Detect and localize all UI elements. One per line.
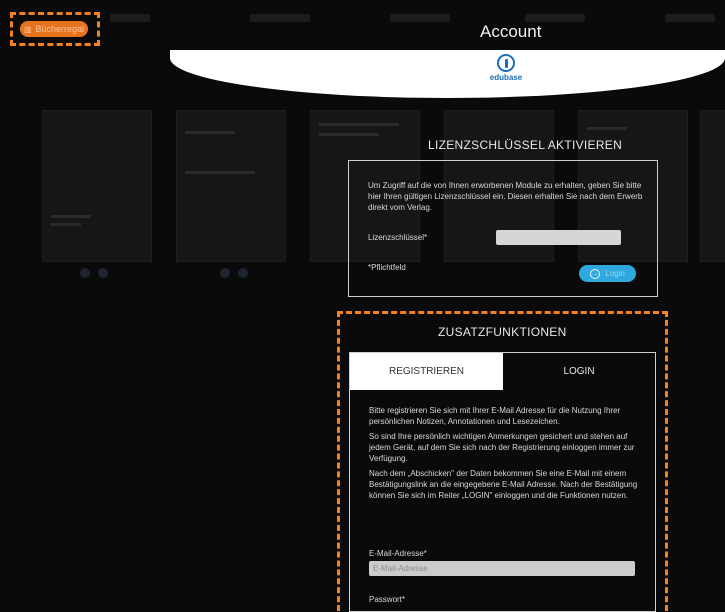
bg-icon: [238, 268, 248, 278]
bookshelf-button-label: Bücherregal: [35, 24, 85, 34]
register-paragraph: Bitte registrieren Sie sich mit Ihrer E-…: [369, 406, 621, 426]
license-login-button[interactable]: → Login: [579, 265, 636, 282]
register-paragraph: Nach dem „Abschicken" der Daten bekommen…: [369, 469, 638, 500]
password-label: Passwort*: [369, 595, 406, 604]
email-label: E-Mail-Adresse*: [369, 549, 427, 558]
bookshelf-button[interactable]: ▥ Bücherregal: [20, 21, 88, 37]
bg-icon: [98, 268, 108, 278]
license-login-label: Login: [605, 269, 625, 278]
tab-register[interactable]: REGISTRIEREN: [350, 353, 503, 390]
license-panel: Um Zugriff auf die von Ihnen erworbenen …: [348, 160, 658, 297]
account-header: Account edubase: [170, 6, 725, 98]
extras-panel: REGISTRIEREN LOGIN Bitte registrieren Si…: [349, 352, 656, 612]
tab-login[interactable]: LOGIN: [503, 353, 655, 390]
logo-text: edubase: [489, 73, 523, 82]
bg-icon: [220, 268, 230, 278]
bg-bar: [110, 14, 150, 22]
page-title: Account: [480, 22, 542, 41]
extras-section-title: ZUSATZFUNKTIONEN: [438, 325, 567, 339]
header-band: [170, 50, 725, 98]
register-description: Bitte registrieren Sie sich mit Ihrer E-…: [369, 405, 644, 505]
license-description: Um Zugriff auf die von Ihnen erworbenen …: [368, 181, 643, 212]
license-key-label: Lizenzschlüssel*: [368, 233, 428, 242]
edubase-logo: edubase: [476, 54, 536, 82]
register-paragraph: So sind Ihre persönlich wichtigen Anmerk…: [369, 432, 635, 463]
bg-book-cover: [176, 110, 286, 262]
license-section-title: LIZENZSCHLÜSSEL AKTIVIEREN: [428, 138, 623, 152]
login-arrow-icon: →: [590, 268, 601, 279]
edubase-logo-icon: [497, 54, 515, 72]
bg-icon: [80, 268, 90, 278]
bg-book-cover: [700, 110, 725, 262]
license-key-input[interactable]: [496, 230, 621, 245]
book-icon: ▥: [23, 24, 32, 34]
required-field-note: *Pflichtfeld: [368, 263, 406, 272]
email-input[interactable]: [369, 561, 635, 576]
bg-book-cover: [42, 110, 152, 262]
